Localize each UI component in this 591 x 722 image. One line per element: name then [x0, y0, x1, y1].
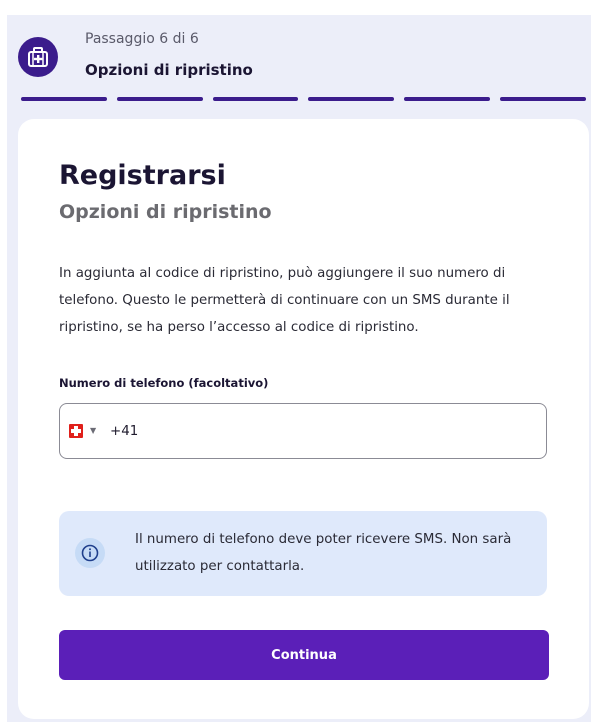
phone-field-label: Numero di telefono (facoltativo) [59, 376, 269, 390]
chevron-down-icon[interactable]: ▼ [90, 426, 96, 435]
info-notice: Il numero di telefono deve poter ricever… [59, 511, 547, 596]
step-progress-bar [21, 97, 586, 101]
progress-segment [404, 97, 491, 101]
step-header: Passaggio 6 di 6 Opzioni di ripristino [7, 15, 591, 105]
continue-button[interactable]: Continua [59, 630, 549, 680]
progress-segment [21, 97, 107, 101]
phone-field[interactable]: ▼ [59, 403, 547, 459]
swiss-flag-icon[interactable] [69, 424, 83, 438]
page-title: Registrarsi [59, 160, 226, 191]
info-text: Il numero di telefono deve poter ricever… [135, 532, 512, 574]
intro-text: In aggiunta al codice di ripristino, può… [59, 266, 510, 335]
progress-segment [308, 97, 395, 101]
registration-card: Registrarsi Opzioni di ripristino In agg… [18, 119, 589, 719]
first-aid-kit-icon-glyph [28, 47, 48, 67]
info-icon [75, 538, 105, 568]
first-aid-kit-icon [18, 37, 58, 77]
step-counter: Passaggio 6 di 6 [85, 31, 199, 47]
info-icon-glyph [81, 544, 99, 562]
phone-input[interactable] [110, 420, 530, 442]
step-title: Opzioni di ripristino [85, 61, 253, 79]
page-subtitle: Opzioni di ripristino [59, 201, 272, 223]
progress-segment [500, 97, 586, 101]
progress-segment [212, 97, 299, 101]
progress-segment [116, 97, 203, 101]
